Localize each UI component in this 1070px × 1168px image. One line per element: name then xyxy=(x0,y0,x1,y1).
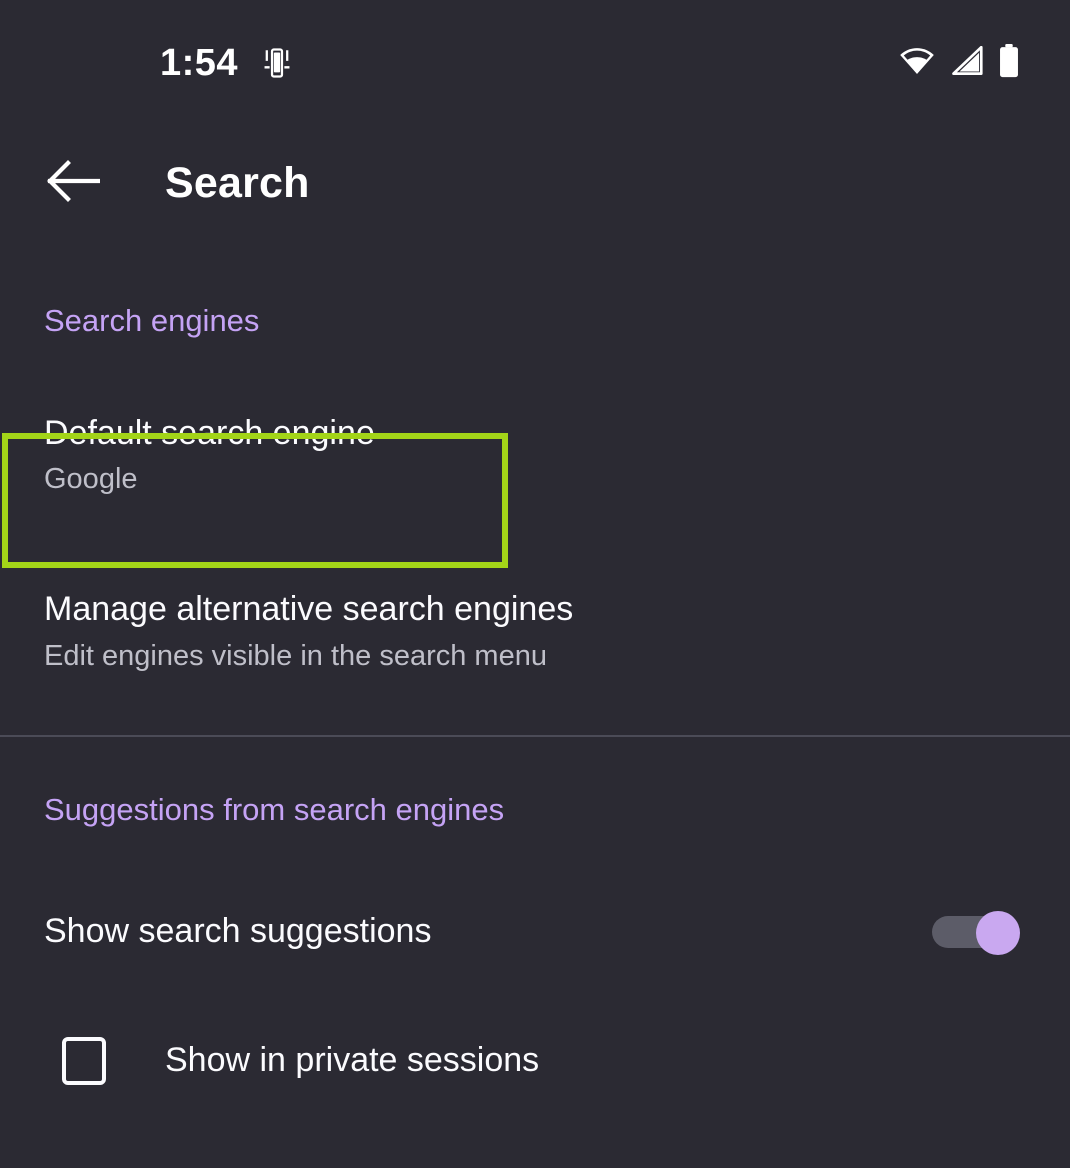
preference-title: Show search suggestions xyxy=(44,912,432,951)
back-button[interactable] xyxy=(44,154,102,212)
cellular-signal-icon xyxy=(950,46,984,76)
status-bar-left: 1:54 xyxy=(160,44,294,82)
preference-summary: Google xyxy=(44,463,138,496)
preference-default-search-engine[interactable]: Default search engine Google xyxy=(0,414,1070,496)
preference-title: Manage alternative search engines xyxy=(44,590,574,629)
preference-title: Show in private sessions xyxy=(165,1041,540,1080)
show-in-private-sessions-checkbox[interactable] xyxy=(62,1036,106,1085)
switch-thumb xyxy=(976,910,1020,955)
preference-summary: Edit engines visible in the search menu xyxy=(44,639,547,672)
section-header-search-engines: Search engines xyxy=(44,303,260,338)
wifi-icon xyxy=(898,46,936,76)
battery-icon xyxy=(998,44,1020,78)
status-clock: 1:54 xyxy=(160,42,239,84)
show-search-suggestions-switch[interactable] xyxy=(932,910,1020,955)
status-bar-right xyxy=(898,44,1020,78)
app-bar: Search xyxy=(0,118,1070,248)
section-header-suggestions: Suggestions from search engines xyxy=(44,791,505,827)
back-arrow-icon xyxy=(46,159,101,207)
section-divider xyxy=(0,734,1070,737)
status-bar: 1:54 xyxy=(0,0,1070,118)
preference-title: Default search engine xyxy=(44,414,375,452)
preference-manage-alternative-search-engines[interactable]: Manage alternative search engines Edit e… xyxy=(0,590,1070,672)
page-title: Search xyxy=(165,158,310,207)
preference-show-search-suggestions[interactable]: Show search suggestions xyxy=(0,910,1070,955)
screen-rotation-icon xyxy=(260,46,294,80)
preference-show-in-private-sessions[interactable]: Show in private sessions xyxy=(0,1036,1070,1085)
